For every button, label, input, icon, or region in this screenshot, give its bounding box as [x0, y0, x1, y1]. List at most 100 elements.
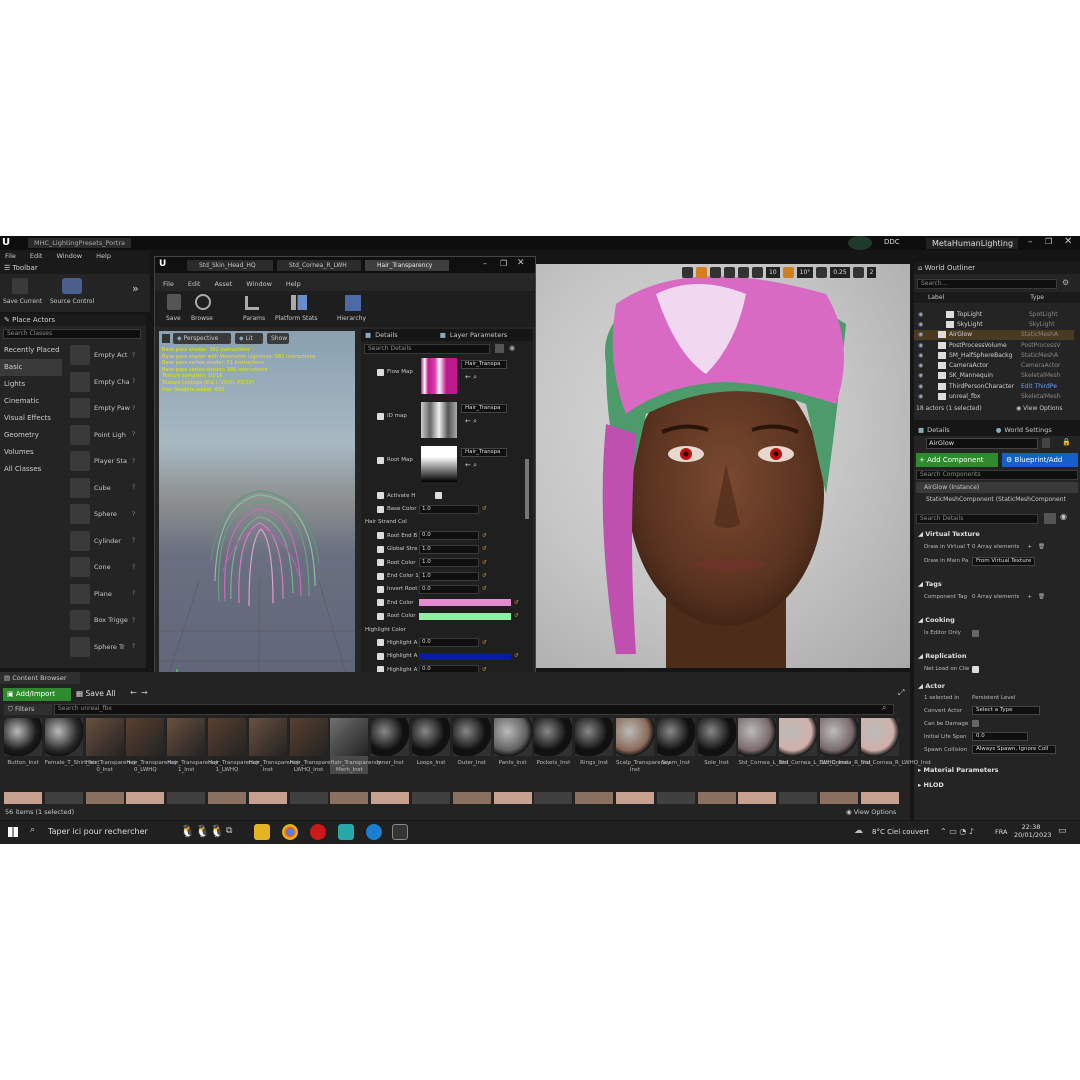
tab-hair-transparency[interactable]: Hair_Transparency	[365, 260, 449, 271]
hierarchy-button[interactable]: Hierarchy	[337, 315, 366, 322]
asset-tile[interactable]: Pants_Inst	[493, 718, 532, 767]
main-tab[interactable]: MHC_LightingPresets_Portra	[28, 238, 132, 248]
asset-tile[interactable]: Std_Cornea_L_LWHQ_Inst	[779, 718, 849, 767]
save-current-label[interactable]: Save Current	[3, 298, 42, 305]
asset-tile[interactable]: Rings_Inst	[575, 718, 614, 767]
asset-thumbnail[interactable]	[126, 792, 165, 804]
params-button[interactable]: Params	[243, 315, 265, 322]
param-value-input[interactable]: 1.0	[419, 558, 479, 568]
help-icon[interactable]: ?	[132, 352, 135, 359]
rotate-tool-icon[interactable]	[696, 266, 707, 278]
param-override-checkbox[interactable]	[377, 505, 384, 513]
section-actor[interactable]: ◢ Actor	[914, 680, 1076, 692]
window-restore-button[interactable]: ❐	[1045, 237, 1052, 246]
taskbar-search-icon[interactable]: ⌕	[30, 825, 35, 835]
asset-thumbnail[interactable]	[820, 792, 858, 804]
param-value-input[interactable]: 1.0	[419, 544, 479, 554]
asset-thumbnail[interactable]	[371, 792, 410, 804]
mat-minimize-button[interactable]: –	[483, 259, 487, 268]
actor-item[interactable]: Plane?	[0, 581, 146, 608]
browse-icon[interactable]	[195, 294, 211, 310]
menu-edit[interactable]: Edit	[30, 252, 43, 260]
use-browse-icon[interactable]: ← ⌕	[465, 373, 477, 382]
scale-snap-icon[interactable]	[816, 266, 828, 278]
add-import-button[interactable]: ▣ Add/Import	[3, 688, 71, 701]
can-be-damaged-checkbox[interactable]	[972, 720, 979, 727]
help-icon[interactable]: ?	[132, 378, 135, 385]
reset-icon[interactable]: ↺	[514, 613, 519, 619]
asset-thumbnail[interactable]	[412, 792, 450, 804]
asset-tile[interactable]: Std_Cornea_R_LWHQ_Inst	[860, 718, 931, 767]
static-mesh-component-row[interactable]: StaticMeshComponent (StaticMeshComponent	[926, 496, 1078, 503]
asset-thumbnail[interactable]	[4, 792, 42, 804]
taskbar-search-input[interactable]: Taper ici pour rechercher	[48, 827, 148, 836]
scale-snap-value[interactable]: 0.25	[830, 266, 850, 278]
help-icon[interactable]: ?	[132, 564, 135, 571]
move-tool-icon[interactable]	[682, 266, 693, 278]
asset-tile[interactable]: Pockets_Inst	[534, 718, 573, 767]
color-swatch[interactable]	[419, 599, 511, 607]
source-control-icon[interactable]	[62, 278, 82, 294]
actor-item[interactable]: Point Ligh?	[0, 422, 146, 449]
visibility-eye-icon[interactable]: ◉	[918, 393, 930, 400]
save-all-button[interactable]: ▦ Save All	[76, 689, 116, 698]
file-explorer-icon[interactable]	[254, 824, 270, 840]
help-icon[interactable]: ?	[132, 643, 135, 650]
menu-window[interactable]: Window	[56, 252, 82, 260]
content-search-input[interactable]: Search unreal_fbx	[54, 704, 894, 715]
visibility-eye-icon[interactable]: ◉	[918, 352, 930, 359]
add-element-icon[interactable]: +	[1027, 544, 1032, 550]
help-icon[interactable]: ?	[132, 590, 135, 597]
mat-menu-file[interactable]: File	[163, 280, 174, 288]
asset-thumbnail[interactable]	[860, 792, 899, 804]
use-browse-icon[interactable]: ← ⌕	[465, 417, 477, 426]
reset-icon[interactable]: ↺	[482, 573, 487, 579]
param-override-checkbox[interactable]	[377, 585, 384, 593]
texture-thumbnail[interactable]	[421, 402, 457, 438]
search-classes-input[interactable]: Search Classes	[3, 329, 141, 339]
color-swatch[interactable]	[419, 652, 511, 660]
material-details-scrollbar[interactable]	[525, 459, 529, 519]
outliner-settings-icon[interactable]: ⚙	[1062, 278, 1074, 289]
section-replication[interactable]: ◢ Replication	[914, 650, 1076, 662]
mat-close-button[interactable]: ✕	[517, 258, 525, 268]
tab-cornea[interactable]: Std_Cornea_R_LWH	[277, 260, 361, 271]
asset-thumbnail[interactable]	[208, 792, 246, 804]
rotation-snap-value[interactable]: 10°	[796, 266, 814, 278]
source-control-status-icon[interactable]	[848, 236, 872, 250]
visibility-eye-icon[interactable]: ◉	[918, 383, 930, 390]
level-viewport[interactable]: 10 10° 0.25 2	[536, 264, 910, 668]
draw-main-pass-dropdown[interactable]: From Virtual Texture	[972, 556, 1036, 566]
param-override-checkbox[interactable]	[377, 612, 384, 620]
asset-tile[interactable]: Hair_Transparency LWHQ_Inst	[289, 718, 340, 774]
material-grid-view-icon[interactable]	[495, 344, 504, 353]
asset-tile[interactable]: Female_T_Shirt_Inst	[44, 718, 99, 767]
trash-icon[interactable]: 🗑	[1038, 594, 1045, 600]
mat-menu-edit[interactable]: Edit	[188, 280, 201, 288]
reset-icon[interactable]: ↺	[482, 640, 487, 646]
param-value-input[interactable]: 0.0	[419, 584, 479, 594]
rotation-snap-icon[interactable]	[782, 266, 794, 278]
param-override-checkbox[interactable]	[377, 492, 384, 500]
menu-file[interactable]: File	[5, 252, 16, 260]
asset-thumbnail[interactable]	[575, 792, 614, 804]
ddc-label[interactable]: DDC	[884, 238, 900, 246]
activate-checkbox[interactable]	[435, 492, 442, 500]
actor-item[interactable]: Empty Cha?	[0, 369, 146, 396]
reset-icon[interactable]: ↺	[482, 560, 487, 566]
visibility-eye-icon[interactable]: ◉	[918, 372, 930, 379]
grid-size-value[interactable]: 10	[766, 266, 780, 278]
texture-thumbnail[interactable]	[421, 358, 457, 394]
help-icon[interactable]: ?	[132, 484, 135, 491]
outliner-row[interactable]: ◉ unreal_fbx SkeletalMesh	[914, 391, 1074, 401]
camera-speed-value[interactable]: 2	[866, 266, 877, 278]
section-hlod[interactable]: ▸ HLOD	[914, 779, 1076, 791]
is-editor-only-checkbox[interactable]	[972, 629, 979, 637]
convert-actor-dropdown[interactable]: Select a Type	[972, 706, 1040, 715]
group-hair-strand-color[interactable]: Hair Strand Col	[361, 516, 533, 529]
texture-asset-dropdown[interactable]: Hair_Transpa	[461, 360, 507, 369]
save-icon[interactable]	[167, 294, 181, 310]
param-override-checkbox[interactable]	[377, 599, 384, 607]
params-icon[interactable]	[245, 296, 259, 310]
reset-icon[interactable]: ↺	[482, 533, 487, 539]
